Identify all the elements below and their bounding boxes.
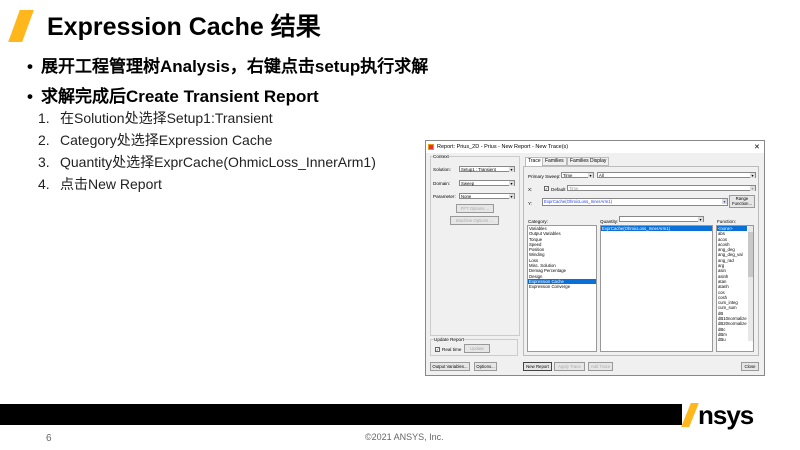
copyright: ©2021 ANSYS, Inc. xyxy=(365,432,444,442)
step-text: Category处选择Expression Cache xyxy=(60,132,273,148)
range-function-button[interactable]: Range Function... xyxy=(729,195,755,208)
list-item[interactable]: ExprCache(OhmicLoss_InnerArm1) xyxy=(601,226,712,232)
update-button[interactable]: Update xyxy=(464,344,490,353)
machine-options-button[interactable]: Machine Options ... xyxy=(450,216,499,225)
list-item[interactable]: dB20normalize xyxy=(717,321,747,326)
step-item: 1. 在Solution处选择Setup1:Transient xyxy=(38,108,273,128)
step-number: 2. xyxy=(38,132,50,148)
step-item: 2. Category处选择Expression Cache xyxy=(38,130,272,150)
function-label: Function... xyxy=(731,201,753,206)
step-text: Quantity处选择ExprCache(OhmicLoss_InnerArm1… xyxy=(60,154,376,170)
new-report-button[interactable]: New Report xyxy=(523,362,552,371)
y-label: Y: xyxy=(528,201,533,206)
step-item: 4. 点击New Report xyxy=(38,174,162,194)
step-number: 1. xyxy=(38,110,50,126)
parameter-select[interactable]: None xyxy=(459,193,515,199)
x-label: X: xyxy=(528,187,533,192)
output-variables-button[interactable]: Output Variables... xyxy=(430,362,470,371)
apply-trace-button[interactable]: Apply Trace xyxy=(554,362,585,371)
options-button[interactable]: Options... xyxy=(474,362,497,371)
step-text: 点击New Report xyxy=(60,176,162,192)
fft-options-button[interactable]: FFT Options ... xyxy=(456,204,494,213)
update-report-label: Update Report xyxy=(434,337,464,342)
step-number: 4. xyxy=(38,176,50,192)
x-field[interactable]: Time xyxy=(567,185,756,191)
primary-sweep-select[interactable]: Time xyxy=(561,172,594,178)
add-trace-button[interactable]: Add Trace xyxy=(588,362,613,371)
page-number: 6 xyxy=(46,433,52,444)
primary-sweep-label: Primary Sweep: xyxy=(528,174,561,179)
step-text: 在Solution处选择Setup1:Transient xyxy=(60,110,273,126)
category-label: Category: xyxy=(528,219,548,224)
list-item[interactable]: dBu xyxy=(717,337,747,342)
list-item[interactable]: Expression Converge xyxy=(528,284,596,289)
quantity-filter-select[interactable] xyxy=(619,216,704,222)
context-label: Context xyxy=(433,154,449,159)
tab-families-display[interactable]: Families Display xyxy=(567,157,610,166)
function-list-label: Function: xyxy=(717,219,736,224)
domain-select[interactable]: Sweep xyxy=(459,180,515,186)
bullet-1: 展开工程管理树Analysis，右键点击setup执行求解 xyxy=(27,52,428,77)
function-scrollbar[interactable] xyxy=(748,226,753,341)
close-icon[interactable]: ✕ xyxy=(754,143,760,151)
category-list[interactable]: Variables Output Variables Torque Speed Posi… xyxy=(527,225,597,352)
realtime-label: Real time xyxy=(442,347,462,352)
ansys-logo: nsys xyxy=(681,400,754,431)
report-dialog: Report: Prius_2D - Prius - New Report - … xyxy=(425,140,765,376)
app-icon xyxy=(428,144,434,150)
domain-label: Domain: xyxy=(433,181,451,186)
quantity-label: Quantity: xyxy=(600,219,619,224)
realtime-checkbox[interactable]: ✓ xyxy=(435,347,440,352)
title-accent xyxy=(8,10,34,42)
default-checkbox[interactable]: ✓ xyxy=(544,186,549,191)
sweep-values-field[interactable]: All xyxy=(597,172,756,178)
step-item: 3. Quantity处选择ExprCache(OhmicLoss_InnerAr… xyxy=(38,152,376,172)
step-number: 3. xyxy=(38,154,50,170)
footer-band xyxy=(0,404,682,425)
parameter-label: Parameter: xyxy=(433,194,456,199)
default-label: Default xyxy=(551,187,566,192)
dialog-title: Report: Prius_2D - Prius - New Report - … xyxy=(437,144,569,150)
slide-title: Expression Cache 结果 xyxy=(47,13,321,41)
close-button[interactable]: Close xyxy=(741,362,759,371)
bullet-2: 求解完成后Create Transient Report xyxy=(27,82,319,107)
tab-trace[interactable]: Trace xyxy=(525,157,544,166)
solution-label: Solution: xyxy=(433,167,451,172)
quantity-list[interactable]: ExprCache(OhmicLoss_InnerArm1) xyxy=(600,225,713,352)
y-field[interactable]: ExprCache(OhmicLoss_InnerArm1) xyxy=(542,198,728,206)
solution-select[interactable]: Setup1 : Transient xyxy=(459,166,515,172)
title-bar: Report: Prius_2D - Prius - New Report - … xyxy=(426,141,764,153)
list-item[interactable]: ang_deg_val xyxy=(717,252,747,257)
tab-families[interactable]: Families xyxy=(542,157,567,166)
